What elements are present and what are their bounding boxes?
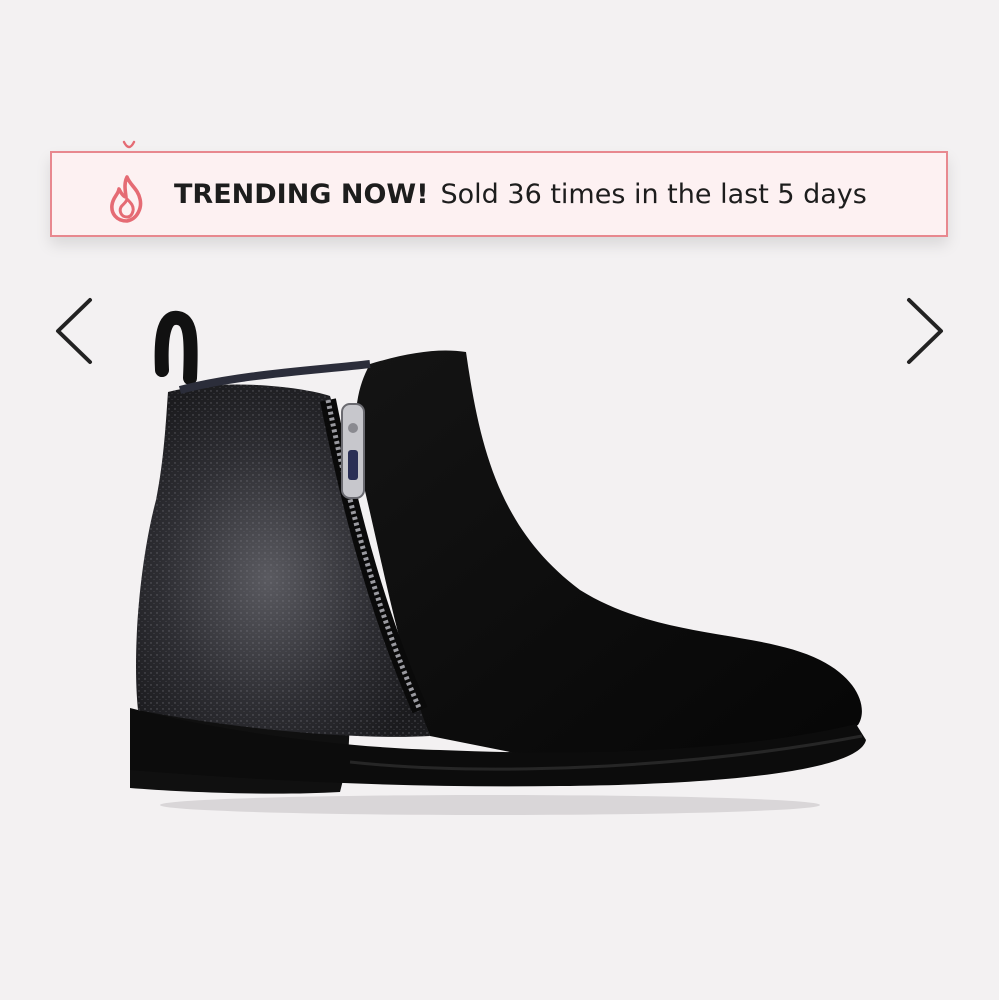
trending-banner: TRENDING NOW! Sold 36 times in the last 5… <box>50 151 948 237</box>
trending-label: TRENDING NOW! <box>174 178 429 210</box>
product-image[interactable] <box>120 300 880 820</box>
chevron-right-icon[interactable] <box>903 296 947 366</box>
trending-message: TRENDING NOW! Sold 36 times in the last 5… <box>174 179 867 210</box>
chevron-left-icon[interactable] <box>52 296 96 366</box>
sales-count-text: Sold 36 times in the last 5 days <box>440 178 867 210</box>
product-gallery: TRENDING NOW! Sold 36 times in the last 5… <box>0 0 999 1000</box>
flame-icon <box>110 175 143 223</box>
